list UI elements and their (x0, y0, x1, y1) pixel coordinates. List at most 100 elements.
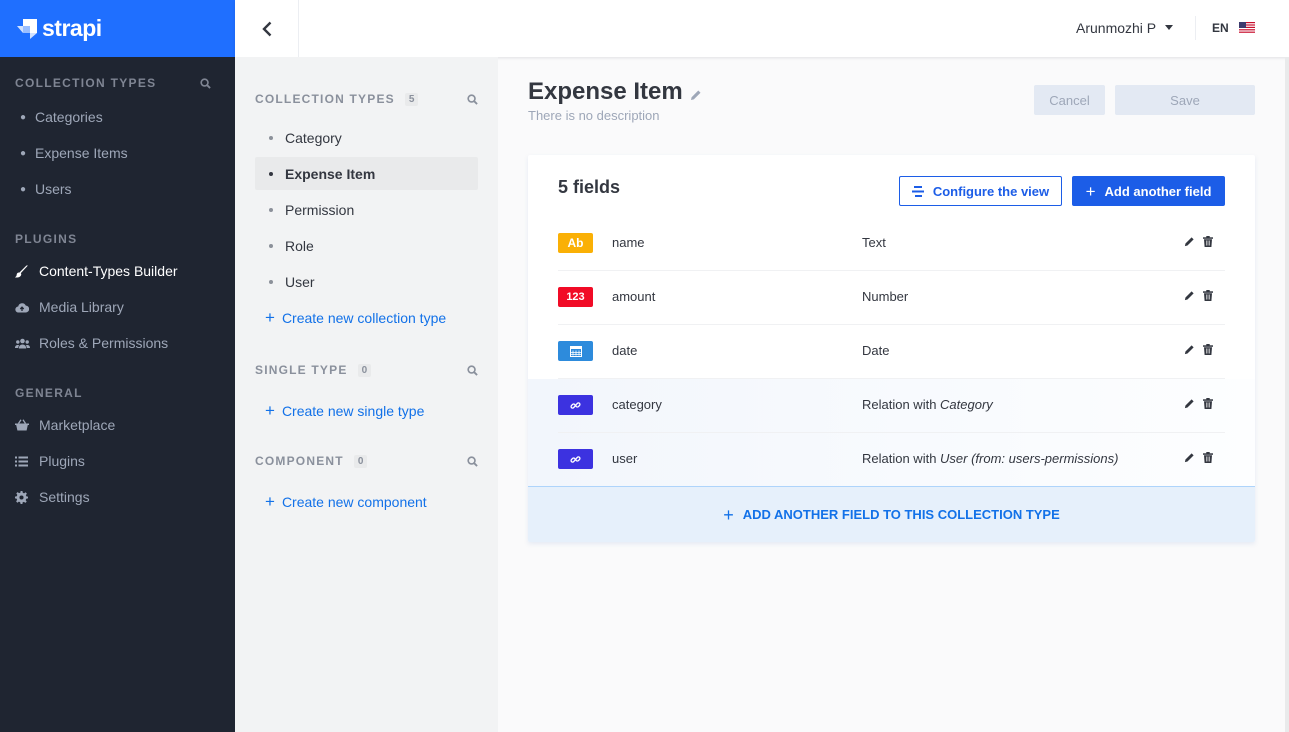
main-sidebar: strapi COLLECTION TYPES ● Categories ● E… (0, 0, 235, 732)
search-icon[interactable] (200, 77, 211, 89)
user-menu-dropdown[interactable]: Arunmozhi P (1076, 0, 1174, 55)
number-type-icon: 123 (558, 287, 593, 307)
gear-icon (15, 490, 39, 504)
field-row-amount[interactable]: 123 amount Number (558, 271, 1225, 325)
nav-section-heading: GENERAL (15, 383, 235, 403)
create-collection-type-link[interactable]: + Create new collection type (255, 301, 478, 334)
pencil-icon[interactable] (1184, 344, 1195, 355)
users-icon (15, 338, 39, 349)
configure-view-button[interactable]: Configure the view (899, 176, 1062, 206)
nav-item-media-library[interactable]: Media Library (15, 289, 235, 325)
pencil-icon[interactable] (1184, 398, 1195, 409)
field-actions (1184, 398, 1213, 409)
add-field-footer-label: ADD ANOTHER FIELD TO THIS COLLECTION TYP… (742, 507, 1060, 522)
save-button[interactable]: Save (1115, 85, 1255, 115)
bullet-icon (269, 171, 273, 176)
trash-icon[interactable] (1203, 236, 1213, 247)
field-row-date[interactable]: date Date (558, 325, 1225, 379)
plus-icon: + (265, 401, 275, 420)
trash-icon[interactable] (1203, 398, 1213, 409)
nav-item-label: Media Library (39, 299, 124, 315)
ctb-section-heading: SINGLE TYPE 0 (255, 360, 478, 380)
pencil-icon[interactable] (1184, 236, 1195, 247)
nav-item-roles-permissions[interactable]: Roles & Permissions (15, 325, 235, 361)
search-icon[interactable] (467, 455, 478, 467)
field-name: user (612, 451, 638, 466)
trash-icon[interactable] (1203, 290, 1213, 301)
field-name: amount (612, 289, 656, 304)
content-type-name: Expense Item (528, 78, 683, 105)
plus-icon: + (265, 492, 275, 511)
ctb-section-heading: COMPONENT 0 (255, 451, 478, 471)
relation-type-icon (558, 395, 593, 415)
cancel-button[interactable]: Cancel (1034, 85, 1105, 115)
field-row-user[interactable]: user Relation with User (from: users-per… (528, 433, 1255, 487)
nav-item-categories[interactable]: ● Categories (15, 99, 235, 135)
fields-list-card: 5 fields Configure the view + Add anothe… (528, 155, 1255, 542)
nav-item-marketplace[interactable]: Marketplace (15, 407, 235, 443)
field-row-name[interactable]: Ab name Text (558, 217, 1225, 271)
fields-count-title: 5 fields (558, 177, 621, 197)
search-icon[interactable] (467, 93, 478, 105)
ctb-components-section: COMPONENT 0 + Create new component (255, 451, 478, 518)
field-type: Relation with User (from: users-permissi… (862, 451, 1118, 466)
field-type-label: Relation with (862, 397, 941, 412)
content-type-description: There is no description (528, 108, 660, 123)
nav-item-label: Expense Items (35, 145, 128, 161)
add-field-to-collection-button[interactable]: + ADD ANOTHER FIELD TO THIS COLLECTION T… (528, 486, 1255, 542)
ctb-item-role[interactable]: Role (255, 229, 478, 262)
page-title: Expense Item (528, 78, 702, 106)
field-type: Date (862, 343, 889, 358)
nav-item-label: Categories (35, 109, 103, 125)
language-label: EN (1212, 20, 1229, 35)
nav-heading-plugins: PLUGINS (15, 232, 78, 246)
ctb-item-category[interactable]: Category (255, 121, 478, 154)
create-link-label: Create new component (281, 493, 427, 510)
language-selector[interactable]: EN (1212, 0, 1255, 55)
back-button[interactable] (235, 0, 299, 57)
paintbrush-icon (15, 265, 39, 278)
add-another-field-button[interactable]: + Add another field (1072, 176, 1225, 206)
ctb-item-permission[interactable]: Permission (255, 193, 478, 226)
field-type-label: Date (862, 343, 890, 358)
field-type-label: Relation with (862, 451, 941, 466)
nav-heading-collection-types: COLLECTION TYPES (15, 76, 157, 90)
plus-icon: + (1085, 181, 1096, 201)
ctb-item-label: Expense Item (285, 165, 376, 182)
trash-icon[interactable] (1203, 452, 1213, 463)
nav-item-label: Settings (39, 489, 90, 505)
field-actions (1184, 344, 1213, 355)
field-name: date (612, 343, 638, 358)
nav-item-settings[interactable]: Settings (15, 479, 235, 515)
field-row-category[interactable]: category Relation with Category (528, 379, 1255, 433)
search-icon[interactable] (467, 364, 478, 376)
brand-header[interactable]: strapi (0, 0, 235, 57)
create-single-type-link[interactable]: + Create new single type (255, 394, 478, 427)
nav-item-plugins[interactable]: Plugins (15, 443, 235, 479)
create-component-link[interactable]: + Create new component (255, 485, 478, 518)
configure-view-label: Configure the view (932, 183, 1050, 199)
ctb-item-expense-item[interactable]: Expense Item (255, 157, 478, 190)
pencil-icon[interactable] (1184, 452, 1195, 463)
nav-item-users[interactable]: ● Users (15, 171, 235, 207)
field-name: name (612, 235, 645, 250)
ctb-item-user[interactable]: User (255, 265, 478, 298)
field-actions (1184, 290, 1213, 301)
trash-icon[interactable] (1203, 344, 1213, 355)
nav-item-expense-items[interactable]: ● Expense Items (15, 135, 235, 171)
pencil-icon[interactable] (690, 89, 702, 101)
text-type-icon: Ab (558, 233, 593, 253)
bullet-icon: ● (19, 111, 27, 123)
relation-type-icon (558, 449, 593, 469)
ctb-item-label: User (285, 273, 315, 290)
create-link-label: Create new single type (281, 402, 425, 419)
top-header: Arunmozhi P EN (235, 0, 1289, 57)
list-icon (15, 456, 39, 467)
nav-item-content-types-builder[interactable]: Content-Types Builder (15, 253, 235, 289)
nav-item-label: Plugins (39, 453, 85, 469)
relation-target: User (from: users-permissions) (940, 451, 1119, 466)
nav-section-heading: COLLECTION TYPES (15, 73, 235, 93)
plus-icon: + (265, 308, 275, 327)
pencil-icon[interactable] (1184, 290, 1195, 301)
plus-icon: + (723, 504, 734, 525)
